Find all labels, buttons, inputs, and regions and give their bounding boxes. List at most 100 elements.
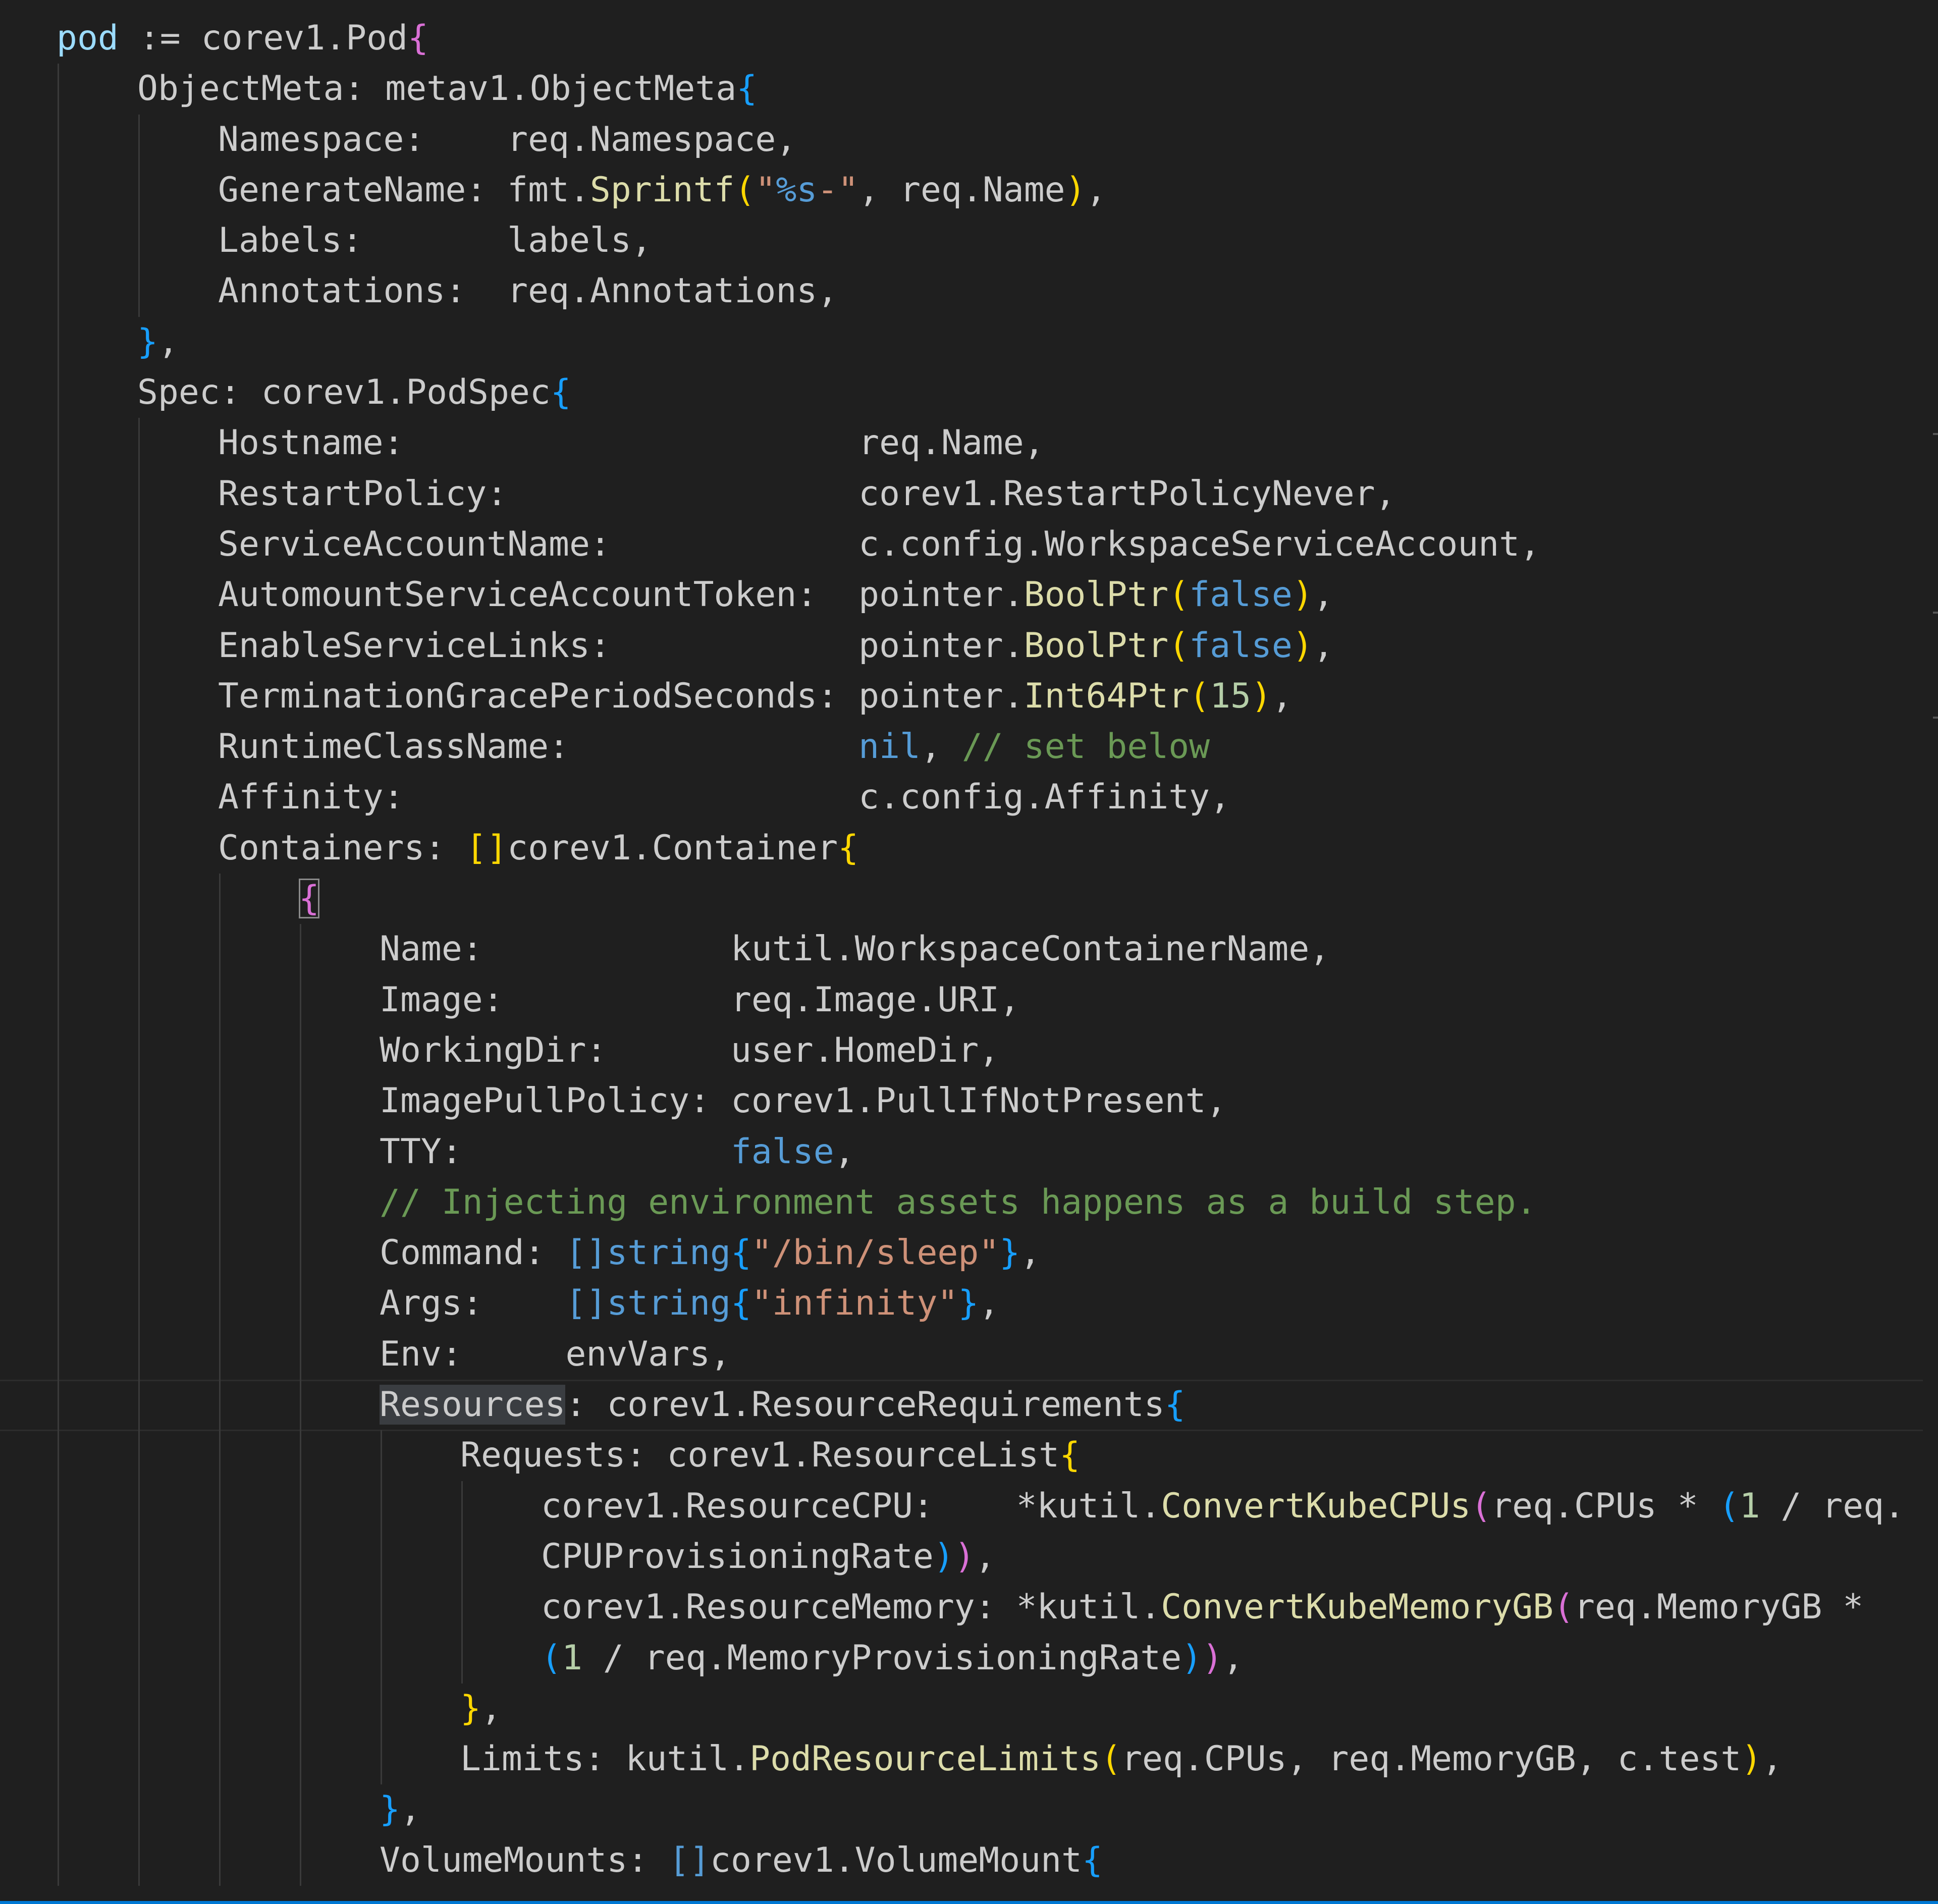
code-line[interactable]: ObjectMeta: metav1.ObjectMeta{ [0,64,1938,115]
code-line[interactable]: AutomountServiceAccountToken: pointer.Bo… [0,570,1938,621]
code-token: 1 [561,1638,582,1678]
code-token: RuntimeClassName: [218,727,859,767]
code-line[interactable]: Namespace: req.Namespace, [0,114,1938,165]
code-token: Name: kutil.WorkspaceContainerName, [380,929,1330,969]
indent-guide [58,316,59,368]
code-token: { [1164,1385,1186,1425]
code-editor[interactable]: pod := corev1.Pod{ObjectMeta: metav1.Obj… [0,0,1938,1904]
code-token: [] [466,828,508,868]
code-token: ( [1718,1486,1740,1526]
code-token: %s [776,170,818,210]
code-line[interactable]: Limits: kutil.PodResourceLimits(req.CPUs… [0,1734,1938,1785]
code-token: ( [734,170,756,210]
code-line[interactable]: Resources: corev1.ResourceRequirements{ [0,1380,1938,1432]
code-line[interactable]: Requests: corev1.ResourceList{ [0,1430,1938,1481]
indent-guide [300,1633,301,1683]
code-line[interactable]: RuntimeClassName: nil, // set below [0,722,1938,773]
indent-guide [138,1380,140,1431]
code-line[interactable]: (1 / req.MemoryProvisioningRate)), [0,1633,1938,1683]
code-line[interactable]: }, [0,1683,1938,1734]
code-line[interactable]: pod := corev1.Pod{ [0,13,1938,64]
code-token: req.CPUs, req.MemoryGB, c.test [1121,1739,1742,1779]
code-line[interactable]: Name: kutil.WorkspaceContainerName, [0,924,1938,975]
code-token: Limits: kutil. [460,1739,750,1779]
indent-guide [58,1481,59,1532]
code-line[interactable]: ImagePullPolicy: corev1.PullIfNotPresent… [0,1076,1938,1127]
code-token: 15 [1210,676,1251,716]
code-token: pod [57,18,119,58]
code-token: "/bin/sleep" [751,1233,1000,1273]
indent-guide [219,1683,221,1734]
code-token: corev1.ResourceCPU: *kutil. [541,1486,1161,1526]
code-token: BoolPtr [1024,625,1169,666]
code-token: , [1762,1739,1783,1779]
code-token: , [1086,170,1107,210]
indent-guide [58,1126,59,1177]
code-token: Args: [380,1283,566,1324]
indent-guide [219,1531,221,1583]
indent-guide [219,1633,221,1683]
indent-guide [58,1278,59,1329]
code-token: false [730,1131,834,1172]
indent-guide [300,1531,301,1583]
code-line[interactable]: TerminationGracePeriodSeconds: pointer.I… [0,671,1938,722]
code-token: ) [1065,170,1086,210]
code-line[interactable]: GenerateName: fmt.Sprintf("%s-", req.Nam… [0,165,1938,216]
code-line[interactable]: Annotations: req.Annotations, [0,266,1938,317]
code-lines[interactable]: pod := corev1.Pod{ObjectMeta: metav1.Obj… [0,13,1938,1886]
code-token: corev1.ResourceMemory: *kutil. [541,1587,1161,1627]
code-token: ( [1189,676,1210,716]
indent-guide [381,1481,382,1532]
indent-guide [58,1633,59,1683]
code-line[interactable]: Hostname: req.Name, [0,418,1938,469]
indent-guide [58,1228,59,1279]
code-line[interactable]: Image: req.Image.URI, [0,974,1938,1025]
code-token: , [1313,575,1334,615]
code-line[interactable]: VolumeMounts: []corev1.VolumeMount{ [0,1835,1938,1886]
indent-guide [219,1784,221,1835]
code-token: : corev1.ResourceRequirements [565,1385,1165,1425]
indent-guide [300,1126,301,1177]
code-line[interactable]: Spec: corev1.PodSpec{ [0,367,1938,418]
code-token: , [1223,1638,1244,1678]
code-line[interactable]: // Injecting environment assets happens … [0,1177,1938,1228]
code-line[interactable]: }, [0,1784,1938,1835]
code-line[interactable]: RestartPolicy: corev1.RestartPolicyNever… [0,468,1938,519]
code-line[interactable]: corev1.ResourceCPU: *kutil.ConvertKubeCP… [0,1481,1938,1532]
indent-guide [138,1784,140,1835]
code-token: []string [565,1283,731,1324]
code-token: false [1189,575,1293,615]
code-line[interactable]: Labels: labels, [0,215,1938,266]
indent-guide [138,1683,140,1734]
code-token: Affinity: c.config.Affinity, [218,777,1231,818]
code-token: ) [1741,1739,1762,1779]
code-token: // Injecting environment assets happens … [380,1182,1537,1222]
indent-guide [138,418,140,469]
code-line[interactable]: Containers: []corev1.Container{ [0,823,1938,874]
code-line[interactable]: Args: []string{"infinity"}, [0,1278,1938,1329]
indent-guide [138,570,140,621]
code-token: AutomountServiceAccountToken: pointer. [218,575,1024,615]
code-line[interactable]: Command: []string{"/bin/sleep"}, [0,1228,1938,1279]
code-line[interactable]: CPUProvisioningRate)), [0,1531,1938,1583]
code-line[interactable]: { [0,874,1938,924]
indent-guide [381,1582,382,1633]
code-token: []string [565,1233,731,1273]
code-line[interactable]: }, [0,316,1938,368]
code-token: ) [954,1536,975,1576]
code-line[interactable]: EnableServiceLinks: pointer.BoolPtr(fals… [0,620,1938,671]
indent-guide [58,367,59,418]
code-token: "infinity" [751,1283,958,1324]
code-token: { [736,69,758,109]
code-line[interactable]: ServiceAccountName: c.config.WorkspaceSe… [0,519,1938,570]
code-line[interactable]: WorkingDir: user.HomeDir, [0,1025,1938,1076]
indent-guide [58,1177,59,1228]
indent-guide [461,1481,463,1532]
code-token: Requests: corev1.ResourceList [460,1435,1060,1476]
code-line[interactable]: Env: envVars, [0,1329,1938,1380]
indent-guide [219,974,221,1025]
code-line[interactable]: Affinity: c.config.Affinity, [0,772,1938,823]
code-line[interactable]: corev1.ResourceMemory: *kutil.ConvertKub… [0,1582,1938,1633]
code-line[interactable]: TTY: false, [0,1126,1938,1177]
indent-guide [138,1430,140,1481]
